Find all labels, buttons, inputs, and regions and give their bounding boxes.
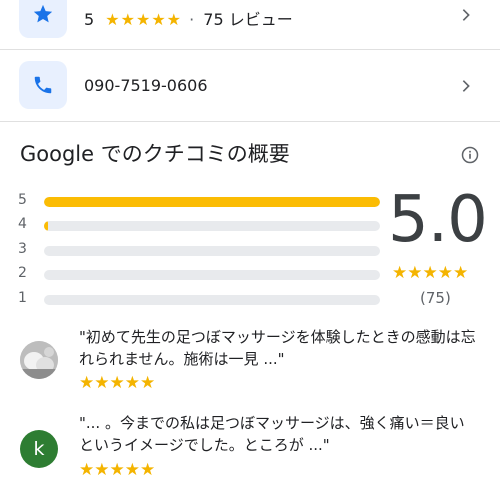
rating-bar-track [44, 246, 380, 256]
review-stars: ★★★★★ [79, 373, 156, 393]
review-stars: ★★★★★ [79, 460, 156, 480]
rating-separator: · [189, 10, 195, 29]
phone-icon [34, 76, 52, 94]
rating-bar-fill [44, 197, 380, 207]
rating-bar-label: 1 [18, 290, 27, 306]
chevron-right-icon [462, 9, 470, 21]
review-text: "... 。今までの私は足つぼマッサージは、強く痛い＝良い というイメージでした… [79, 414, 480, 454]
total-review-count: (75) [420, 289, 451, 307]
rating-bar-row: 1 [18, 290, 380, 308]
review-item[interactable]: k "... 。今までの私は足つぼマッサージは、強く痛い＝良い というイメージで… [0, 412, 500, 482]
average-stars: ★★★★★ [392, 263, 469, 283]
average-rating: 5.0 [388, 183, 488, 257]
phone-icon-box [19, 61, 67, 109]
phone-number: 090-7519-0606 [84, 76, 208, 95]
rating-stars: ★★★★★ [105, 10, 182, 29]
rating-bar-row: 3 [18, 241, 380, 259]
reviews-summary-title: Google でのクチコミの概要 [20, 142, 290, 166]
rating-score: 5 [84, 10, 95, 29]
rating-bar-fill [44, 221, 48, 231]
avatar-letter: k [33, 438, 45, 460]
reviews-count-label: 75 レビュー [203, 10, 293, 29]
rating-bar-track [44, 197, 380, 207]
rating-icon-box [19, 0, 67, 38]
review-text: "初めて先生の足つぼマッサージを体験したときの感動は忘れられません。施術は一見 … [79, 328, 476, 368]
rating-bar-label: 4 [18, 216, 27, 232]
rating-bar-row: 4 [18, 216, 380, 234]
review-item[interactable]: "初めて先生の足つぼマッサージを体験したときの感動は忘れられません。施術は一見 … [0, 326, 500, 393]
rating-bar-label: 2 [18, 265, 27, 281]
divider [0, 121, 500, 122]
chevron-right-icon [462, 80, 470, 92]
star-icon [33, 4, 53, 23]
photo-avatar [20, 341, 58, 379]
reviewer-avatar [20, 341, 58, 379]
rating-bar-track [44, 270, 380, 280]
rating-bar-track [44, 295, 380, 305]
rating-bar-track [44, 221, 380, 231]
rating-row[interactable]: 5 ★★★★★ · 75 レビュー [0, 0, 500, 40]
reviewer-avatar: k [20, 430, 58, 468]
info-icon[interactable] [460, 145, 480, 165]
divider [0, 49, 500, 50]
rating-bar-row: 5 [18, 192, 380, 210]
rating-bar-label: 3 [18, 241, 27, 257]
rating-bar-row: 2 [18, 265, 380, 283]
phone-row[interactable]: 090-7519-0606 [0, 58, 500, 114]
rating-bar-label: 5 [18, 192, 27, 208]
